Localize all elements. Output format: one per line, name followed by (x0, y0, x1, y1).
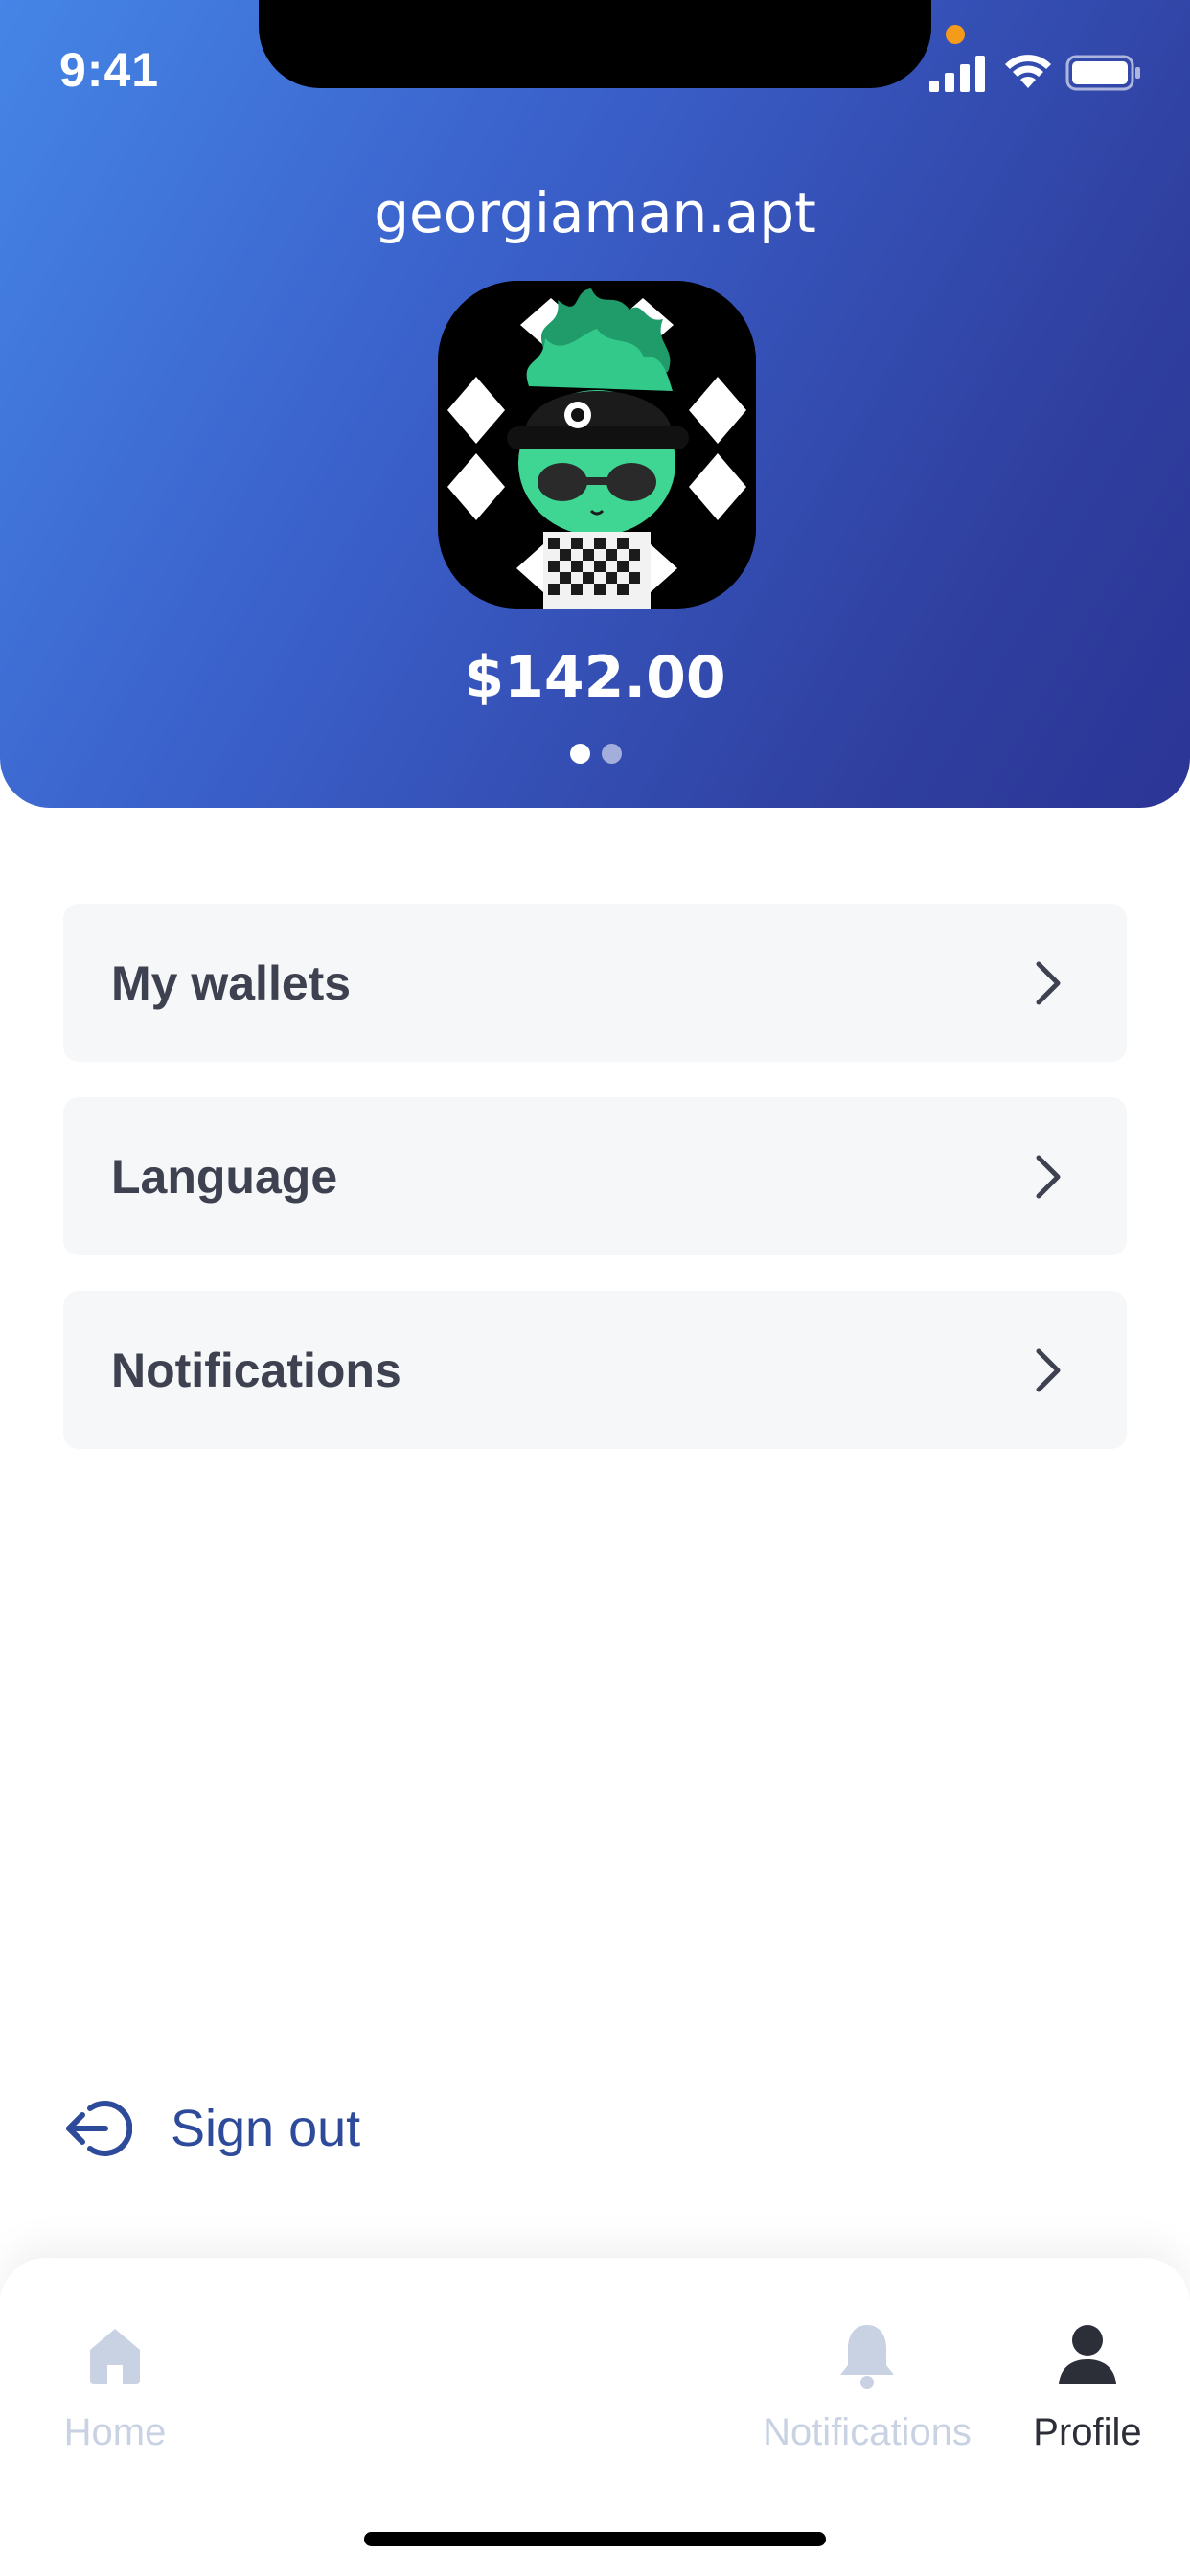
menu-item-notifications[interactable]: Notifications (63, 1291, 1127, 1449)
device-notch (259, 0, 931, 88)
avatar-artwork (438, 281, 756, 609)
tab-home[interactable]: Home (38, 2321, 192, 2484)
carousel-dot-active[interactable] (570, 744, 590, 764)
tab-profile[interactable]: Profile (1016, 2321, 1159, 2484)
chevron-right-icon (1036, 1348, 1061, 1392)
menu-item-language[interactable]: Language (63, 1097, 1127, 1255)
status-bar: 9:41 (0, 0, 1190, 134)
carousel-dot[interactable] (602, 744, 622, 764)
profile-username: georgiaman.apt (374, 180, 816, 245)
sign-out-label: Sign out (171, 2100, 361, 2157)
profile-header: 9:41 georgiaman.apt $142.00 (0, 0, 1190, 808)
menu-item-label: Notifications (111, 1343, 401, 1397)
carousel-page-indicator[interactable] (570, 744, 628, 767)
person-icon (1059, 2325, 1116, 2384)
home-indicator[interactable] (364, 2532, 826, 2546)
bell-icon (840, 2325, 894, 2389)
chevron-right-icon (1036, 961, 1061, 1004)
tab-notifications-label: Notifications (763, 2411, 972, 2453)
tab-profile-label: Profile (1033, 2411, 1142, 2453)
tab-notifications[interactable]: Notifications (747, 2321, 987, 2484)
status-time: 9:41 (59, 43, 160, 97)
menu-item-label: My wallets (111, 955, 352, 1010)
cellular-signal-icon (929, 56, 985, 92)
camera-indicator-icon (946, 25, 965, 44)
wifi-icon (1005, 55, 1051, 88)
menu-item-my-wallets[interactable]: My wallets (63, 904, 1127, 1062)
sign-out-button[interactable]: Sign out (63, 2089, 446, 2166)
nft-alien-avatar-icon[interactable] (438, 281, 756, 609)
battery-icon (1065, 55, 1140, 91)
menu-item-label: Language (111, 1149, 338, 1204)
tab-home-label: Home (63, 2411, 167, 2453)
home-icon (90, 2329, 140, 2384)
chevron-right-icon (1036, 1155, 1061, 1198)
sign-out-icon (66, 2101, 132, 2156)
wallet-balance: $142.00 (464, 644, 726, 711)
bottom-tab-bar: Home Notifications Profile (0, 2258, 1190, 2576)
